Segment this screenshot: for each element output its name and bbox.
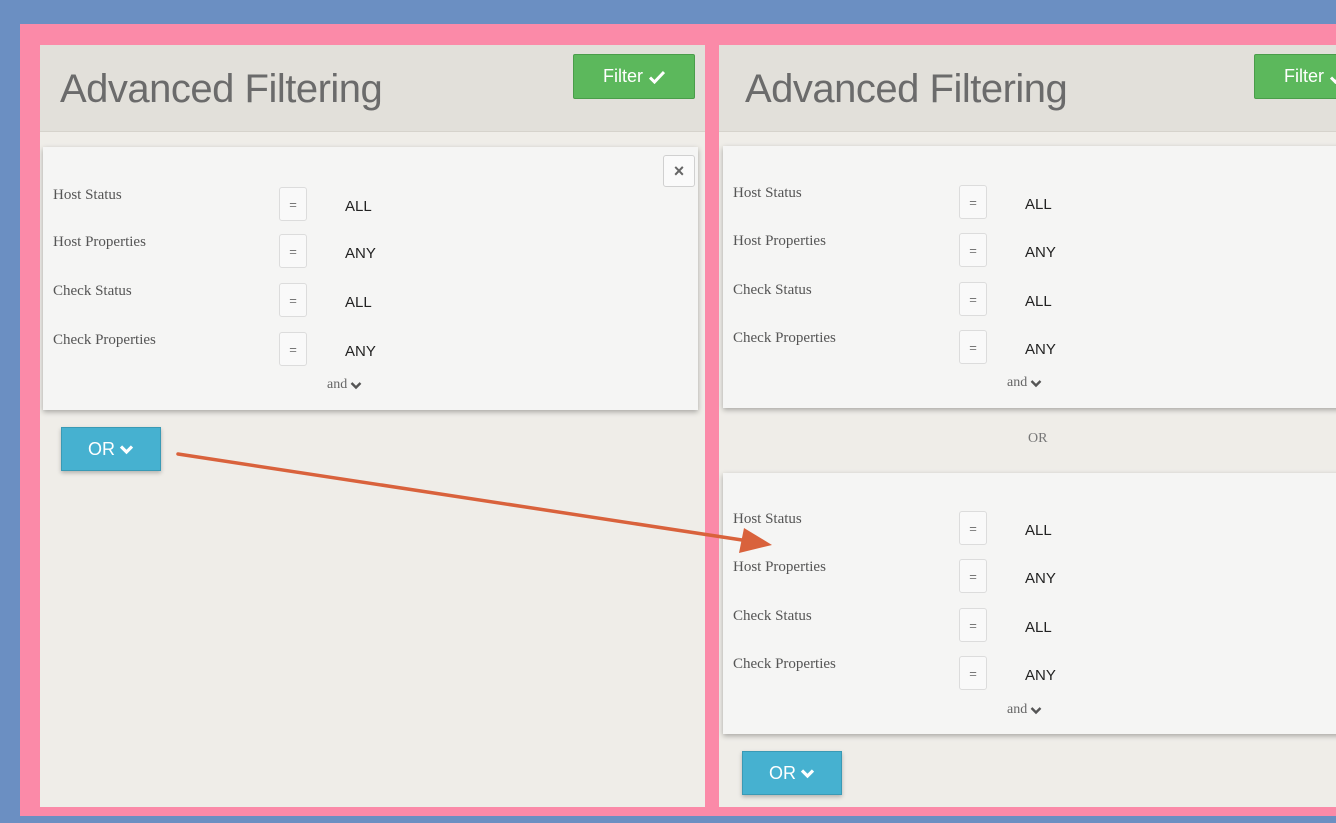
filter-label: Check Properties bbox=[733, 330, 836, 346]
filter-row: Host Status = ALL bbox=[733, 185, 1336, 223]
operator-button[interactable]: = bbox=[279, 283, 307, 317]
close-icon[interactable]: × bbox=[663, 155, 695, 187]
operator-button[interactable]: = bbox=[279, 187, 307, 221]
and-toggle[interactable]: and bbox=[327, 377, 362, 393]
operator-button[interactable]: = bbox=[959, 656, 987, 690]
chevron-down-icon bbox=[1030, 379, 1042, 387]
or-button[interactable]: OR bbox=[61, 427, 161, 471]
or-button[interactable]: OR bbox=[742, 751, 842, 795]
operator-button[interactable]: = bbox=[959, 330, 987, 364]
filter-row: Host Status = ALL bbox=[733, 511, 1336, 549]
filter-label: Host Properties bbox=[733, 233, 826, 249]
panel-header: Advanced Filtering Filter bbox=[40, 45, 705, 132]
filter-row: Check Properties = ANY bbox=[733, 656, 1336, 694]
filter-value[interactable]: ANY bbox=[345, 245, 376, 262]
chevron-down-icon bbox=[1030, 706, 1042, 714]
filter-row: Check Properties = ANY bbox=[733, 330, 1336, 368]
check-icon bbox=[1330, 75, 1336, 84]
operator-button[interactable]: = bbox=[959, 608, 987, 642]
operator-button[interactable]: = bbox=[959, 233, 987, 267]
panel-header: Advanced Filtering Filter bbox=[719, 45, 1336, 132]
and-label: and bbox=[327, 377, 348, 392]
filter-value[interactable]: ALL bbox=[1025, 619, 1052, 636]
filter-row: Check Properties = ANY bbox=[53, 332, 698, 370]
filter-group: × Host Status = ALL Host Properties = AN… bbox=[43, 147, 698, 410]
filter-group: Host Status = ALL Host Properties = ANY … bbox=[723, 146, 1336, 408]
filter-row: Host Status = ALL bbox=[53, 187, 698, 225]
and-label: and bbox=[1007, 702, 1028, 717]
and-label: and bbox=[1007, 375, 1028, 390]
operator-button[interactable]: = bbox=[959, 185, 987, 219]
filter-label: Host Status bbox=[733, 185, 802, 201]
filter-row: Host Properties = ANY bbox=[53, 234, 698, 272]
filter-row: Check Status = ALL bbox=[53, 283, 698, 321]
chevron-down-icon bbox=[350, 381, 362, 389]
filter-row: Check Status = ALL bbox=[733, 608, 1336, 646]
filter-value[interactable]: ALL bbox=[1025, 196, 1052, 213]
filter-label: Host Status bbox=[53, 187, 122, 203]
filter-value[interactable]: ALL bbox=[345, 294, 372, 311]
filter-label: Check Status bbox=[733, 608, 812, 624]
filter-label: Check Properties bbox=[53, 332, 156, 348]
or-separator: OR bbox=[1028, 431, 1048, 446]
operator-button[interactable]: = bbox=[279, 234, 307, 268]
filter-label: Check Properties bbox=[733, 656, 836, 672]
operator-button[interactable]: = bbox=[959, 559, 987, 593]
filter-button[interactable]: Filter bbox=[573, 54, 695, 99]
chevron-down-icon bbox=[119, 444, 134, 454]
or-button-label: OR bbox=[88, 438, 115, 459]
filter-value[interactable]: ALL bbox=[1025, 293, 1052, 310]
filter-value[interactable]: ANY bbox=[1025, 570, 1056, 587]
filter-button-label: Filter bbox=[1284, 66, 1324, 86]
filter-value[interactable]: ANY bbox=[1025, 667, 1056, 684]
filter-label: Host Properties bbox=[53, 234, 146, 250]
filter-label: Host Properties bbox=[733, 559, 826, 575]
or-button-label: OR bbox=[769, 762, 796, 783]
right-panel: Advanced Filtering Filter Host Status = … bbox=[719, 45, 1336, 807]
page-title: Advanced Filtering bbox=[745, 67, 1068, 111]
filter-button-label: Filter bbox=[603, 66, 643, 86]
chevron-down-icon bbox=[800, 768, 815, 778]
operator-button[interactable]: = bbox=[959, 282, 987, 316]
filter-label: Check Status bbox=[733, 282, 812, 298]
page-title: Advanced Filtering bbox=[60, 67, 383, 111]
filter-label: Check Status bbox=[53, 283, 132, 299]
filter-value[interactable]: ALL bbox=[1025, 522, 1052, 539]
operator-button[interactable]: = bbox=[959, 511, 987, 545]
filter-row: Host Properties = ANY bbox=[733, 233, 1336, 271]
filter-row: Host Properties = ANY bbox=[733, 559, 1336, 597]
filter-row: Check Status = ALL bbox=[733, 282, 1336, 320]
check-icon bbox=[649, 70, 665, 84]
filter-label: Host Status bbox=[733, 511, 802, 527]
and-toggle[interactable]: and bbox=[1007, 375, 1042, 391]
filter-value[interactable]: ANY bbox=[1025, 244, 1056, 261]
filter-value[interactable]: ANY bbox=[345, 343, 376, 360]
filter-group: Host Status = ALL Host Properties = ANY … bbox=[723, 473, 1336, 734]
and-toggle[interactable]: and bbox=[1007, 702, 1042, 718]
filter-value[interactable]: ALL bbox=[345, 198, 372, 215]
operator-button[interactable]: = bbox=[279, 332, 307, 366]
filter-value[interactable]: ANY bbox=[1025, 341, 1056, 358]
left-panel: Advanced Filtering Filter × Host Status … bbox=[40, 45, 705, 807]
filter-button[interactable]: Filter bbox=[1254, 54, 1336, 99]
